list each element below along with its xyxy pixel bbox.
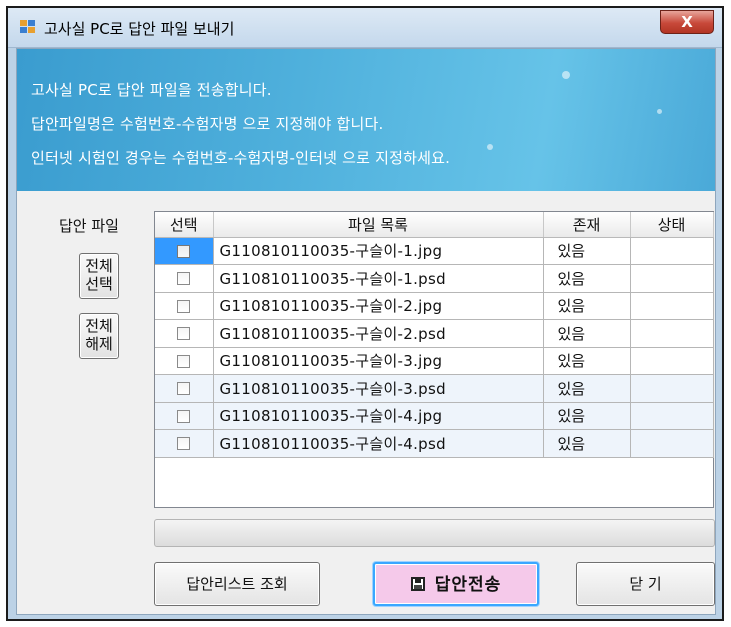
row-select-cell[interactable] bbox=[155, 264, 214, 293]
table-row[interactable]: G110810110035-구슬이-3.psd 있음 bbox=[155, 374, 714, 403]
row-checkbox[interactable] bbox=[177, 354, 191, 368]
banner-line-2: 답안파일명은 수험번호-수험자명 으로 지정해야 합니다. bbox=[31, 115, 384, 133]
status-cell bbox=[630, 374, 714, 403]
send-answer-window: 고사실 PC로 답안 파일 보내기 X 고사실 PC로 답안 파일을 전송합니다… bbox=[6, 6, 724, 621]
row-checkbox[interactable] bbox=[177, 437, 191, 451]
status-cell bbox=[630, 347, 714, 375]
row-select-cell[interactable] bbox=[155, 347, 214, 375]
file-name-cell: G110810110035-구슬이-3.psd bbox=[213, 374, 544, 403]
table-row[interactable]: G110810110035-구슬이-4.psd 있음 bbox=[155, 429, 714, 458]
status-cell bbox=[630, 429, 714, 458]
title-bar[interactable]: 고사실 PC로 답안 파일 보내기 X bbox=[8, 8, 722, 48]
file-grid[interactable]: 선택 파일 목록 존재 상태 G110810110035-구슬이-1.jpg 있음… bbox=[154, 211, 714, 508]
table-row[interactable]: G110810110035-구슬이-3.jpg 있음 bbox=[155, 347, 714, 375]
row-select-cell[interactable] bbox=[155, 319, 214, 348]
exists-cell: 있음 bbox=[543, 237, 631, 265]
select-all-label-1: 전체 bbox=[85, 257, 113, 275]
app-icon bbox=[20, 20, 36, 34]
column-header-file-list[interactable]: 파일 목록 bbox=[213, 212, 544, 238]
deselect-all-button[interactable]: 전체 해제 bbox=[79, 313, 119, 359]
send-answers-button[interactable]: 답안전송 bbox=[373, 562, 539, 606]
status-cell bbox=[630, 319, 714, 348]
row-select-cell[interactable] bbox=[155, 402, 214, 430]
window-title: 고사실 PC로 답안 파일 보내기 bbox=[44, 20, 235, 38]
answer-list-button[interactable]: 답안리스트 조회 bbox=[154, 562, 320, 606]
select-all-label-2: 선택 bbox=[85, 275, 113, 293]
row-checkbox[interactable] bbox=[177, 382, 191, 396]
close-window-button[interactable]: X bbox=[660, 10, 714, 34]
row-select-cell[interactable] bbox=[155, 237, 214, 265]
deselect-all-label-1: 전체 bbox=[85, 317, 113, 335]
column-header-exists[interactable]: 존재 bbox=[543, 212, 631, 238]
table-row[interactable]: G110810110035-구슬이-1.psd 있음 bbox=[155, 264, 714, 293]
row-checkbox[interactable] bbox=[177, 244, 191, 258]
transfer-progress-bar bbox=[154, 519, 715, 547]
table-row[interactable]: G110810110035-구슬이-2.psd 있음 bbox=[155, 319, 714, 348]
file-name-cell: G110810110035-구슬이-1.psd bbox=[213, 264, 544, 293]
banner-line-3: 인터넷 시험인 경우는 수험번호-수험자명-인터넷 으로 지정하세요. bbox=[31, 149, 451, 167]
dialog-body: 고사실 PC로 답안 파일을 전송합니다. 답안파일명은 수험번호-수험자명 으… bbox=[16, 48, 716, 615]
send-answers-label: 답안전송 bbox=[434, 575, 502, 595]
column-header-select[interactable]: 선택 bbox=[155, 212, 214, 238]
row-checkbox[interactable] bbox=[177, 299, 191, 313]
status-cell bbox=[630, 264, 714, 293]
row-checkbox[interactable] bbox=[177, 272, 191, 286]
status-cell bbox=[630, 402, 714, 430]
row-select-cell[interactable] bbox=[155, 374, 214, 403]
row-select-cell[interactable] bbox=[155, 292, 214, 320]
exists-cell: 있음 bbox=[543, 292, 631, 320]
file-name-cell: G110810110035-구슬이-4.jpg bbox=[213, 402, 544, 430]
file-name-cell: G110810110035-구슬이-2.psd bbox=[213, 319, 544, 348]
info-banner: 고사실 PC로 답안 파일을 전송합니다. 답안파일명은 수험번호-수험자명 으… bbox=[17, 49, 715, 191]
exists-cell: 있음 bbox=[543, 319, 631, 348]
deselect-all-label-2: 해제 bbox=[85, 335, 113, 353]
status-cell bbox=[630, 292, 714, 320]
floppy-disk-icon bbox=[410, 577, 425, 591]
exists-cell: 있음 bbox=[543, 374, 631, 403]
grid-header-row: 선택 파일 목록 존재 상태 bbox=[155, 212, 714, 238]
row-select-cell[interactable] bbox=[155, 429, 214, 458]
exists-cell: 있음 bbox=[543, 402, 631, 430]
column-header-status[interactable]: 상태 bbox=[630, 212, 714, 238]
exists-cell: 있음 bbox=[543, 347, 631, 375]
row-checkbox[interactable] bbox=[177, 409, 191, 423]
answer-files-label: 답안 파일 bbox=[59, 217, 119, 235]
banner-line-1: 고사실 PC로 답안 파일을 전송합니다. bbox=[31, 81, 272, 99]
select-all-button[interactable]: 전체 선택 bbox=[79, 253, 119, 299]
file-name-cell: G110810110035-구슬이-4.psd bbox=[213, 429, 544, 458]
file-name-cell: G110810110035-구슬이-3.jpg bbox=[213, 347, 544, 375]
file-name-cell: G110810110035-구슬이-2.jpg bbox=[213, 292, 544, 320]
close-button[interactable]: 닫 기 bbox=[576, 562, 715, 606]
file-name-cell: G110810110035-구슬이-1.jpg bbox=[213, 237, 544, 265]
exists-cell: 있음 bbox=[543, 429, 631, 458]
table-row[interactable]: G110810110035-구슬이-2.jpg 있음 bbox=[155, 292, 714, 320]
row-checkbox[interactable] bbox=[177, 327, 191, 341]
exists-cell: 있음 bbox=[543, 264, 631, 293]
status-cell bbox=[630, 237, 714, 265]
table-row[interactable]: G110810110035-구슬이-1.jpg 있음 bbox=[155, 237, 714, 265]
table-row[interactable]: G110810110035-구슬이-4.jpg 있음 bbox=[155, 402, 714, 430]
